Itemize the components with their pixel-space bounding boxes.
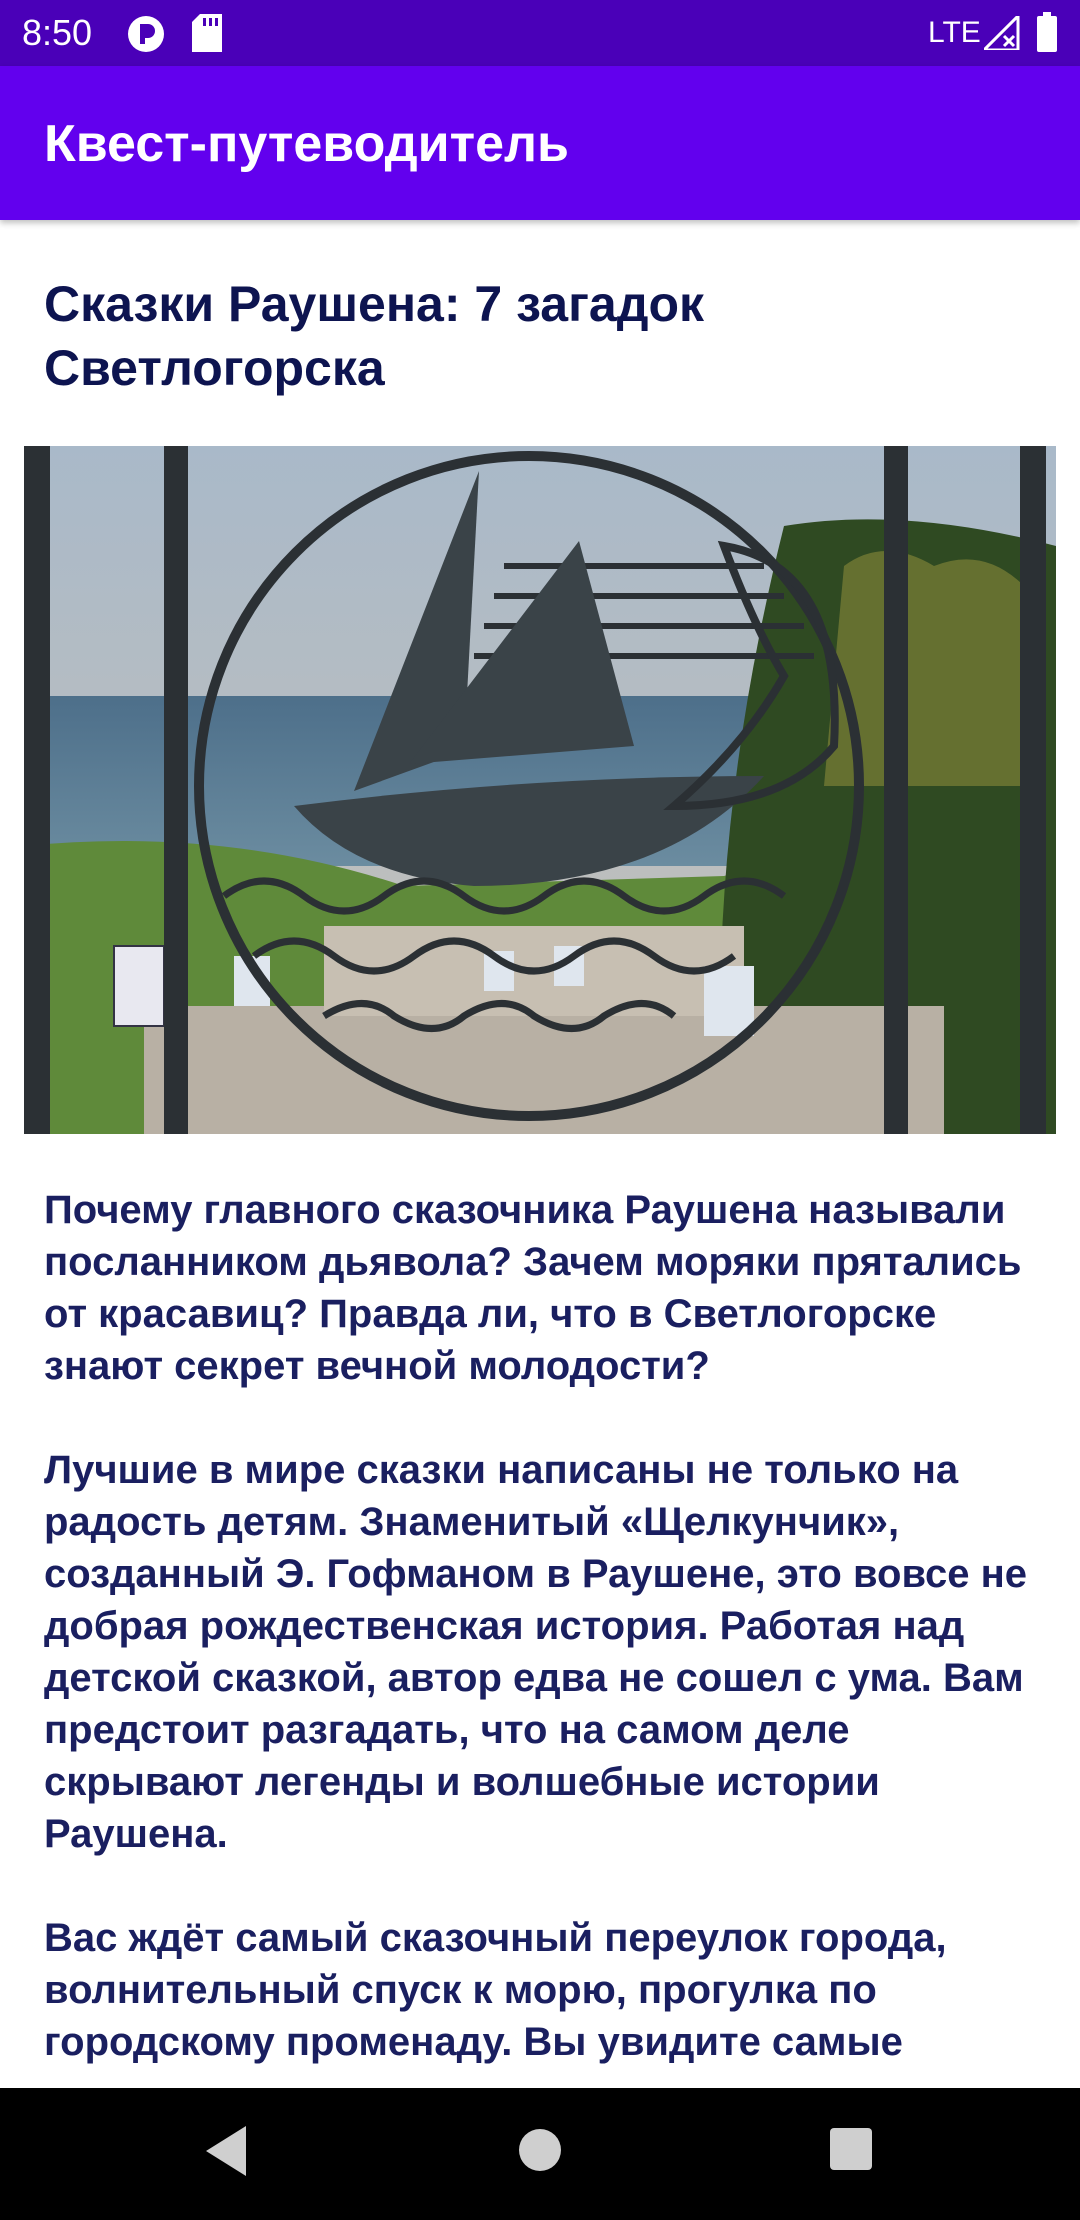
tour-description: Почему главного сказочника Раушена назыв… bbox=[44, 1184, 1054, 2088]
back-icon[interactable] bbox=[204, 2124, 248, 2183]
description-paragraph-2: Лучшие в мире сказки написаны не только … bbox=[44, 1448, 1028, 1856]
description-paragraph-1: Почему главного сказочника Раушена назыв… bbox=[44, 1188, 1022, 1388]
app-bar: Квест-путеводитель bbox=[0, 66, 1080, 220]
tour-description-content[interactable]: Сказки Раушена: 7 загадок Светлогорска П… bbox=[0, 220, 1080, 2088]
tour-cover-image bbox=[24, 446, 1056, 1134]
network-type: LTE bbox=[928, 16, 981, 49]
signal-icon bbox=[980, 12, 1020, 55]
description-paragraph-3: Вас ждёт самый сказочный переулок города… bbox=[44, 1916, 947, 2064]
battery-icon bbox=[1036, 12, 1058, 57]
status-time: 8:50 bbox=[22, 12, 93, 53]
app-title: Квест-путеводитель bbox=[44, 115, 570, 173]
notification-app-icon bbox=[126, 14, 166, 59]
recents-icon[interactable] bbox=[830, 2128, 872, 2175]
sd-card-icon bbox=[192, 14, 224, 57]
home-icon[interactable] bbox=[518, 2128, 562, 2177]
system-nav-bar bbox=[0, 2088, 1080, 2220]
status-bar: 8:50 LTE bbox=[0, 0, 1080, 66]
tour-title: Сказки Раушена: 7 загадок Светлогорска bbox=[44, 276, 705, 396]
